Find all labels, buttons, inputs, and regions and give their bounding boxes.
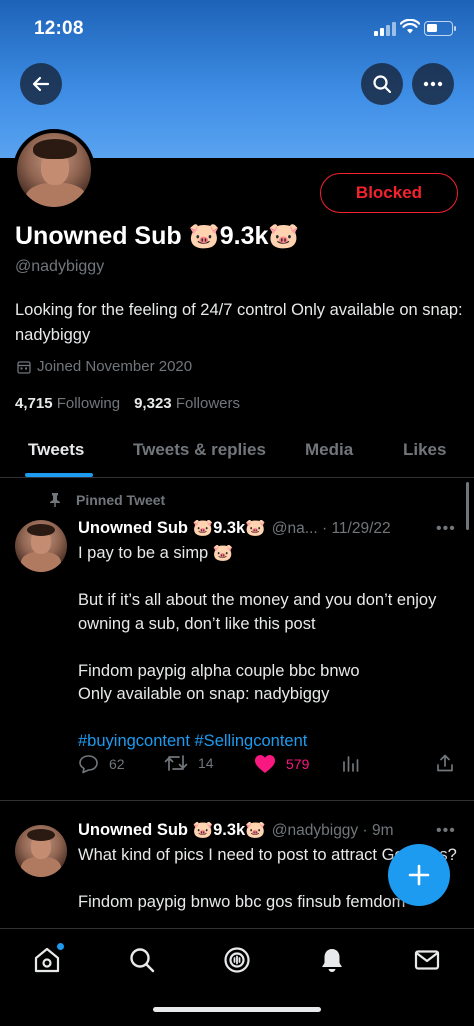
followers-label: Followers: [175, 395, 240, 412]
mail-icon: [414, 950, 440, 970]
follow-stats: 4,715 Following 9,323 Followers: [15, 395, 240, 412]
tweet-more-icon[interactable]: •••: [436, 822, 456, 840]
views-icon: [343, 756, 359, 772]
tweet-author-name: Unowned Sub 🐷9.3k🐷: [78, 519, 266, 537]
back-button[interactable]: [20, 63, 62, 105]
following-link[interactable]: 4,715 Following: [15, 395, 120, 412]
more-dots-icon: [423, 81, 443, 87]
tweet-more-icon[interactable]: •••: [436, 520, 456, 538]
like-count: 579: [286, 756, 310, 772]
reply-count: 62: [109, 756, 125, 772]
share-button[interactable]: [436, 754, 454, 772]
followers-link[interactable]: 9,323 Followers: [134, 395, 240, 412]
arrow-left-icon: [32, 76, 50, 92]
reply-button[interactable]: 62: [78, 754, 125, 774]
tweet-author-name: Unowned Sub 🐷9.3k🐷: [78, 821, 266, 839]
search-button[interactable]: [361, 63, 403, 105]
tweet-hashtags[interactable]: #buyingcontent #Sellingcontent: [78, 732, 307, 750]
home-icon: [34, 947, 60, 973]
battery-icon: [424, 21, 456, 36]
nav-messages[interactable]: [410, 943, 444, 977]
tweet-body: I pay to be a simp 🐷 But if it’s all abo…: [78, 542, 463, 754]
profile-display-name: Unowned Sub 🐷9.3k🐷: [15, 222, 300, 250]
signal-icon: [374, 22, 396, 36]
following-count: 4,715: [15, 395, 53, 412]
status-time: 12:08: [34, 18, 84, 39]
pinned-label: Pinned Tweet: [48, 492, 165, 508]
status-bar: 12:08: [0, 0, 474, 56]
tweet-actions: 62 14 579: [78, 754, 458, 778]
views-button[interactable]: [342, 754, 360, 772]
joined-text: Joined November 2020: [37, 358, 193, 375]
home-indicator: [153, 1007, 321, 1012]
tweet-avatar[interactable]: [15, 825, 67, 877]
search-icon: [130, 948, 155, 973]
tweet-text: I pay to be a simp 🐷 But if it’s all abo…: [78, 544, 437, 703]
nav-notifications[interactable]: [315, 943, 349, 977]
nav-spaces[interactable]: [220, 943, 254, 977]
wifi-icon: [400, 19, 420, 34]
tweet-header: Unowned Sub 🐷9.3k🐷 @na... · 11/29/22: [78, 519, 391, 538]
tab-tweets[interactable]: Tweets: [28, 440, 84, 460]
followers-count: 9,323: [134, 395, 172, 412]
pinned-text: Pinned Tweet: [76, 492, 166, 508]
tweet-divider: [0, 800, 474, 801]
tweet-header: Unowned Sub 🐷9.3k🐷 @nadybiggy · 9m: [78, 821, 394, 840]
retweet-icon: [164, 755, 188, 771]
retweet-button[interactable]: 14: [164, 754, 214, 772]
tweet-meta: @nadybiggy · 9m: [271, 822, 394, 839]
search-icon: [373, 75, 392, 94]
blocked-button[interactable]: Blocked: [320, 173, 458, 213]
joined-date: Joined November 2020: [17, 358, 192, 375]
profile-handle: @nadybiggy: [15, 258, 105, 275]
following-label: Following: [56, 395, 121, 412]
like-button[interactable]: 579: [254, 754, 309, 774]
nav-home[interactable]: [30, 943, 64, 977]
heart-icon: [255, 755, 275, 773]
more-button[interactable]: [412, 63, 454, 105]
plus-icon: [408, 864, 430, 886]
tab-tweets-replies[interactable]: Tweets & replies: [133, 440, 266, 460]
profile-tabs: Tweets Tweets & replies Media Likes: [0, 427, 474, 478]
profile-avatar[interactable]: [13, 129, 95, 211]
retweet-count: 14: [198, 755, 214, 771]
pin-icon: [50, 493, 60, 507]
bell-icon: [322, 949, 342, 972]
reply-icon: [79, 755, 98, 774]
compose-button[interactable]: [388, 844, 450, 906]
tweet-avatar[interactable]: [15, 520, 67, 572]
active-tab-indicator: [25, 473, 93, 477]
tweet-meta: @na... · 11/29/22: [271, 520, 391, 537]
tab-likes[interactable]: Likes: [403, 440, 446, 460]
calendar-icon: [17, 360, 31, 374]
home-notification-dot: [57, 943, 64, 950]
spaces-icon: [224, 947, 250, 973]
profile-bio: Looking for the feeling of 24/7 control …: [15, 301, 463, 344]
nav-explore[interactable]: [125, 943, 159, 977]
share-icon: [437, 754, 453, 772]
tab-media[interactable]: Media: [305, 440, 353, 460]
scrollbar[interactable]: [466, 482, 469, 530]
